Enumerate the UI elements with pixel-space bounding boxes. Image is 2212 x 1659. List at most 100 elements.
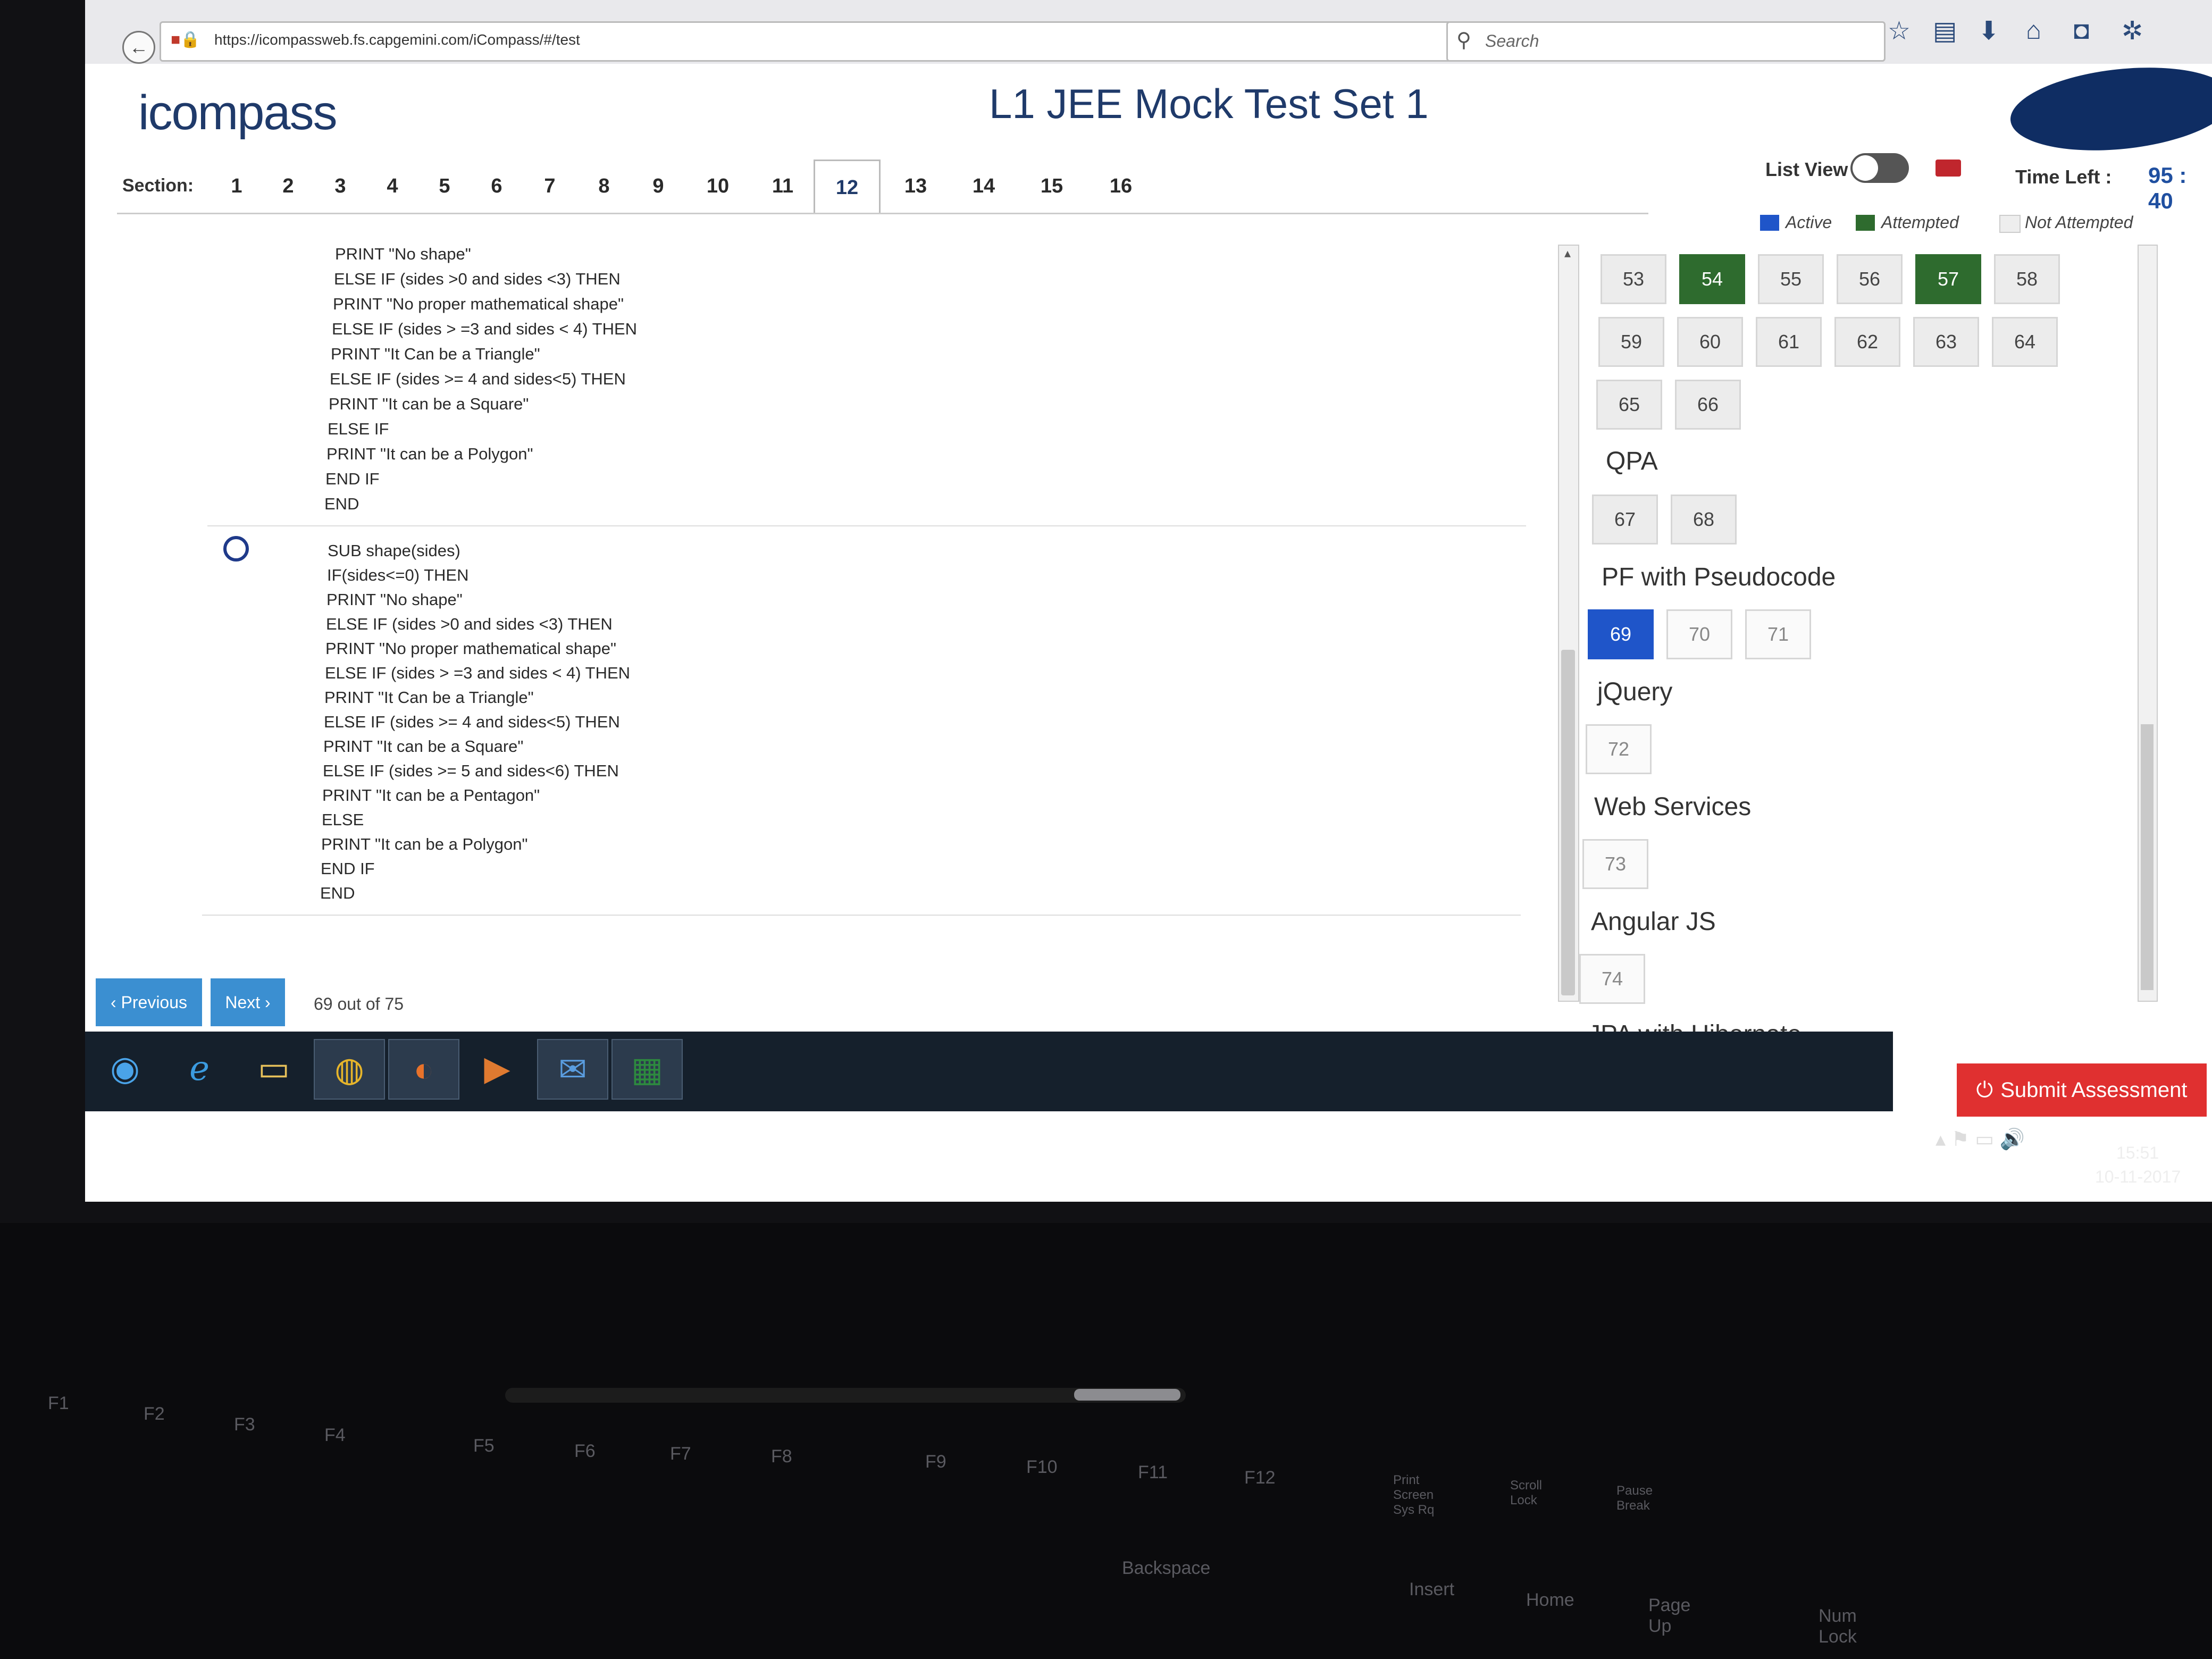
section-label: Section: <box>122 175 194 196</box>
section-tab-13[interactable]: 13 <box>889 160 942 213</box>
category-web-services: Web Services <box>1594 793 1752 821</box>
code-line: ELSE <box>322 810 364 829</box>
question-area: PRINT "No shape" ELSE IF (sides >0 and s… <box>85 218 1553 1000</box>
code-line: ELSE IF (sides >= 4 and sides<5) THEN <box>324 713 620 731</box>
internet-explorer-icon[interactable]: ℯ <box>165 1039 234 1097</box>
key-num-lock: Num Lock <box>1819 1606 1857 1647</box>
legend-attempted-swatch <box>1856 215 1875 231</box>
address-bar[interactable]: ■🔒 https://icompassweb.fs.capgemini.com/… <box>160 21 1524 62</box>
category-jquery: jQuery <box>1597 678 1673 706</box>
outlook-icon[interactable]: ✉ <box>537 1039 608 1100</box>
section-tab-16[interactable]: 16 <box>1094 160 1147 213</box>
tools-icon[interactable]: ✲ <box>2122 16 2143 46</box>
chrome-icon[interactable]: ◍ <box>314 1039 385 1100</box>
system-tray-icons[interactable]: ▴ ⚑ ▭ 🔊 <box>1936 1127 2025 1151</box>
question-button-65[interactable]: 65 <box>1596 380 1662 430</box>
code-line: PRINT "It can be a Pentagon" <box>322 786 540 805</box>
question-button-68[interactable]: 68 <box>1671 495 1737 544</box>
media-player-icon[interactable]: ▶ <box>463 1039 532 1097</box>
question-button-69[interactable]: 69 <box>1588 609 1654 659</box>
question-button-62[interactable]: 62 <box>1834 317 1900 367</box>
scroll-up-icon[interactable]: ▴ <box>1558 246 1577 265</box>
key-f8: F8 <box>771 1446 792 1467</box>
reading-list-icon[interactable]: ▤ <box>1933 16 1957 46</box>
question-button-66[interactable]: 66 <box>1675 380 1741 430</box>
question-button-73[interactable]: 73 <box>1582 839 1648 889</box>
key-f9: F9 <box>925 1452 946 1472</box>
previous-button[interactable]: ‹ Previous <box>96 978 202 1026</box>
palette-scrollbar-thumb[interactable] <box>2141 724 2154 990</box>
code-line: PRINT "No shape" <box>326 590 463 609</box>
section-tab-10[interactable]: 10 <box>691 160 744 213</box>
key-f4: F4 <box>324 1425 346 1445</box>
section-tab-11[interactable]: 11 <box>756 160 809 213</box>
key-f1: F1 <box>48 1393 69 1413</box>
download-icon[interactable]: ⬇ <box>1978 16 1999 46</box>
question-button-61[interactable]: 61 <box>1756 317 1822 367</box>
question-button-54[interactable]: 54 <box>1679 254 1745 304</box>
legend-active-swatch <box>1760 215 1779 231</box>
code-line: END IF <box>321 859 375 878</box>
scrollbar-thumb[interactable] <box>1561 650 1575 995</box>
option-divider <box>207 525 1526 526</box>
pen-tip <box>1074 1389 1180 1401</box>
palette-scrollbar[interactable] <box>2138 245 2158 1002</box>
section-tab-12[interactable]: 12 <box>814 160 881 214</box>
code-line: PRINT "It can be a Square" <box>329 395 529 413</box>
question-button-60[interactable]: 60 <box>1677 317 1743 367</box>
laptop-screen: ← ■🔒 https://icompassweb.fs.capgemini.co… <box>85 0 2212 1202</box>
question-button-55[interactable]: 55 <box>1758 254 1824 304</box>
question-button-57[interactable]: 57 <box>1915 254 1981 304</box>
category-angular-js: Angular JS <box>1591 908 1716 936</box>
search-input[interactable]: ⚲ Search <box>1446 21 1886 62</box>
list-view-toggle[interactable] <box>1850 153 1909 183</box>
back-button[interactable]: ← <box>122 31 155 64</box>
question-scrollbar[interactable] <box>1558 245 1579 1002</box>
search-icon: ⚲ <box>1456 29 1471 52</box>
section-tab-1[interactable]: 1 <box>210 160 263 213</box>
question-button-67[interactable]: 67 <box>1592 495 1658 544</box>
legend-not-attempted: Not Attempted <box>2025 213 2133 232</box>
question-button-74[interactable]: 74 <box>1579 954 1645 1004</box>
start-orb-icon[interactable]: ◉ <box>90 1039 160 1097</box>
question-button-72[interactable]: 72 <box>1586 724 1652 774</box>
bookmark-star-icon[interactable]: ☆ <box>1888 16 1911 46</box>
back-arrow-icon: ← <box>129 36 148 58</box>
section-tab-2[interactable]: 2 <box>262 160 315 213</box>
question-button-64[interactable]: 64 <box>1992 317 2058 367</box>
question-button-59[interactable]: 59 <box>1598 317 1664 367</box>
question-button-63[interactable]: 63 <box>1913 317 1979 367</box>
section-tab-7[interactable]: 7 <box>523 160 576 213</box>
firefox-icon[interactable]: ◐ <box>388 1039 459 1100</box>
section-tab-9[interactable]: 9 <box>632 160 685 213</box>
question-button-53[interactable]: 53 <box>1601 254 1666 304</box>
home-icon[interactable]: ⌂ <box>2026 16 2041 45</box>
file-explorer-icon[interactable]: ▭ <box>239 1039 308 1097</box>
section-tab-4[interactable]: 4 <box>366 160 419 213</box>
browser-toolbar: ← ■🔒 https://icompassweb.fs.capgemini.co… <box>85 0 2212 65</box>
question-button-71[interactable]: 71 <box>1745 609 1811 659</box>
code-line: ELSE IF (sides > =3 and sides < 4) THEN <box>325 664 631 682</box>
category-qpa: QPA <box>1606 447 1658 475</box>
code-line: END <box>320 884 355 902</box>
legend-not-attempted-swatch <box>1999 215 2021 233</box>
submit-assessment-button[interactable]: ⏻ Submit Assessment <box>1957 1063 2207 1117</box>
legend-attempted: Attempted <box>1881 213 1959 232</box>
section-tab-15[interactable]: 15 <box>1025 160 1078 213</box>
question-button-70[interactable]: 70 <box>1666 609 1732 659</box>
pocket-icon[interactable]: ◘ <box>2074 16 2089 45</box>
tabs-divider <box>117 213 1648 214</box>
section-tab-3[interactable]: 3 <box>314 160 367 213</box>
section-tab-8[interactable]: 8 <box>577 160 631 213</box>
option-b-radio[interactable] <box>223 536 249 562</box>
question-button-58[interactable]: 58 <box>1994 254 2060 304</box>
excel-icon[interactable]: ▦ <box>611 1039 683 1100</box>
next-button[interactable]: Next › <box>211 978 285 1026</box>
section-tab-5[interactable]: 5 <box>418 160 471 213</box>
code-line: PRINT "It can be a Polygon" <box>326 445 533 463</box>
question-button-56[interactable]: 56 <box>1837 254 1903 304</box>
section-tab-14[interactable]: 14 <box>957 160 1010 213</box>
code-line: PRINT "It Can be a Triangle" <box>331 345 540 363</box>
clock-date: 10-11-2017 <box>2095 1167 2181 1186</box>
section-tab-6[interactable]: 6 <box>470 160 523 213</box>
